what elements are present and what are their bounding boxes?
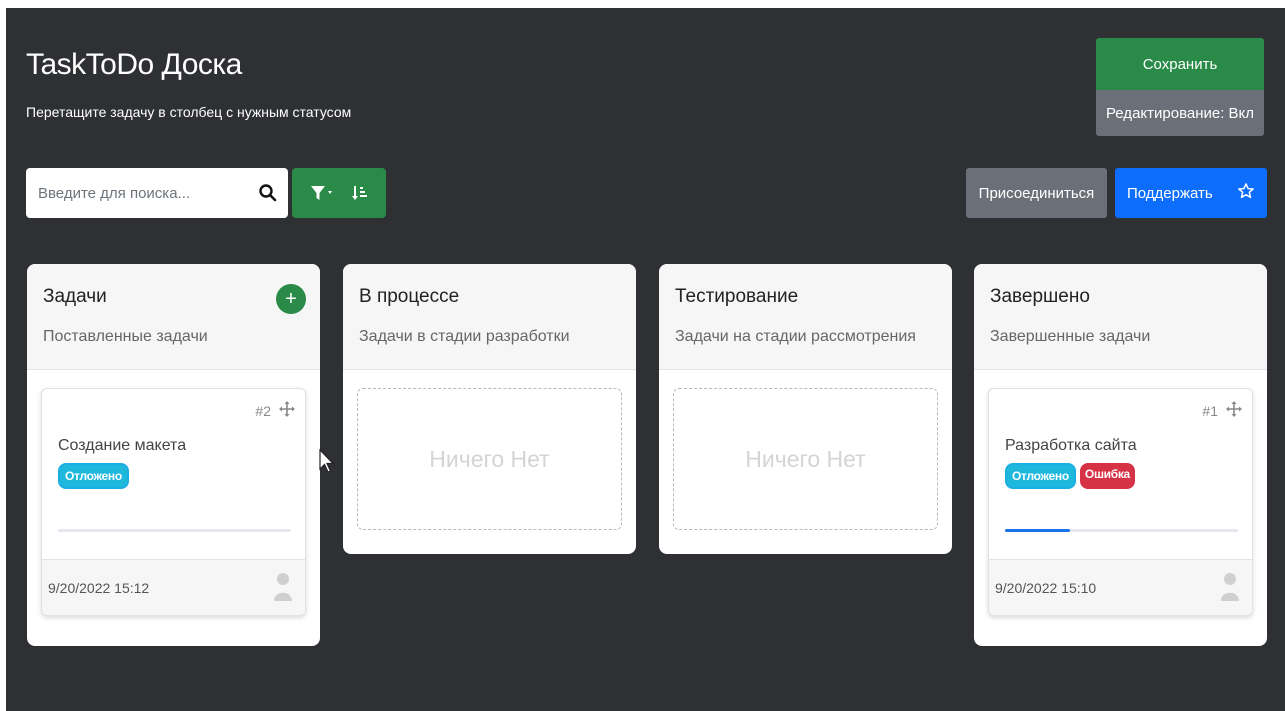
avatar bbox=[271, 570, 295, 605]
add-task-button[interactable]: + bbox=[276, 284, 306, 314]
column-header: Тестирование Задачи на стадии рассмотрен… bbox=[659, 264, 952, 370]
filter-sort-group bbox=[292, 168, 386, 218]
app-window: TaskToDo Доска Перетащите задачу в столб… bbox=[6, 8, 1285, 711]
column-subtitle: Завершенные задачи bbox=[990, 328, 1151, 345]
join-button[interactable]: Присоединиться bbox=[966, 168, 1107, 218]
progress-fill bbox=[1005, 529, 1071, 532]
status-badge: Отложено bbox=[58, 463, 129, 489]
task-date: 9/20/2022 15:12 bbox=[48, 579, 150, 596]
task-id: #1 bbox=[1202, 402, 1218, 419]
status-badge: Отложено bbox=[1005, 463, 1076, 489]
search-input[interactable] bbox=[26, 173, 246, 213]
column-subtitle: Поставленные задачи bbox=[43, 328, 208, 345]
support-button[interactable]: Поддержать bbox=[1115, 168, 1267, 218]
save-button[interactable]: Сохранить bbox=[1096, 38, 1264, 90]
column-header: Задачи Поставленные задачи + bbox=[27, 264, 320, 370]
column-title: В процессе bbox=[359, 286, 460, 307]
column-tasks: Задачи Поставленные задачи + #2 Создание… bbox=[27, 264, 320, 646]
empty-placeholder: Ничего Нет bbox=[357, 388, 622, 530]
error-badge: Ошибка bbox=[1079, 463, 1135, 489]
column-title: Завершено bbox=[990, 286, 1090, 307]
mouse-cursor-icon bbox=[319, 448, 335, 480]
column-header: Завершено Завершенные задачи bbox=[974, 264, 1267, 370]
support-label: Поддержать bbox=[1127, 184, 1213, 202]
empty-placeholder: Ничего Нет bbox=[673, 388, 938, 530]
filter-icon[interactable] bbox=[310, 184, 336, 202]
column-body: #1 Разработка сайта Отложено Ошибка 9/20… bbox=[974, 370, 1267, 646]
search-box bbox=[26, 168, 288, 218]
sort-icon[interactable] bbox=[351, 184, 369, 202]
task-id: #2 bbox=[255, 402, 271, 419]
task-card[interactable]: #1 Разработка сайта Отложено Ошибка 9/20… bbox=[988, 388, 1253, 616]
column-title: Задачи bbox=[43, 286, 107, 307]
task-card[interactable]: #2 Создание макета Отложено 9/20/2022 15… bbox=[41, 388, 306, 616]
column-body: Ничего Нет bbox=[659, 370, 952, 554]
drag-handle-icon[interactable] bbox=[1226, 401, 1242, 420]
edit-mode-toggle[interactable]: Редактирование: Вкл bbox=[1096, 90, 1264, 136]
column-body: Ничего Нет bbox=[343, 370, 636, 554]
column-title: Тестирование bbox=[675, 286, 799, 307]
page-subtitle: Перетащите задачу в столбец с нужным ста… bbox=[26, 104, 352, 120]
progress-bar bbox=[1005, 529, 1238, 532]
star-icon bbox=[1237, 182, 1255, 204]
column-in-progress: В процессе Задачи в стадии разработки Ни… bbox=[343, 264, 636, 554]
column-done: Завершено Завершенные задачи #1 Разработ… bbox=[974, 264, 1267, 646]
card-footer: 9/20/2022 15:12 bbox=[42, 559, 305, 615]
search-icon[interactable] bbox=[258, 183, 278, 203]
task-title: Разработка сайта bbox=[1005, 437, 1137, 454]
column-testing: Тестирование Задачи на стадии рассмотрен… bbox=[659, 264, 952, 554]
drag-handle-icon[interactable] bbox=[279, 401, 295, 420]
column-body: #2 Создание макета Отложено 9/20/2022 15… bbox=[27, 370, 320, 646]
plus-icon: + bbox=[285, 288, 297, 310]
progress-bar bbox=[58, 529, 291, 532]
column-subtitle: Задачи на стадии рассмотрения bbox=[675, 328, 916, 345]
task-date: 9/20/2022 15:10 bbox=[995, 579, 1097, 596]
page-title: TaskToDo Доска bbox=[26, 48, 242, 81]
avatar bbox=[1218, 570, 1242, 605]
card-footer: 9/20/2022 15:10 bbox=[989, 559, 1252, 615]
task-title: Создание макета bbox=[58, 437, 187, 454]
column-header: В процессе Задачи в стадии разработки bbox=[343, 264, 636, 370]
column-subtitle: Задачи в стадии разработки bbox=[359, 328, 570, 345]
